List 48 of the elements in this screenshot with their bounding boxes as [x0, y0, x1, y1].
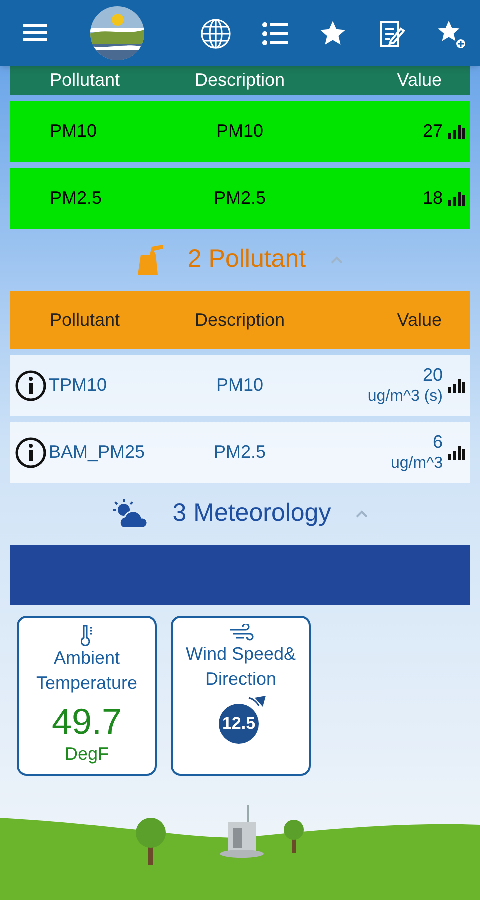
column-header: Description: [194, 70, 286, 90]
value-text: 18: [422, 187, 443, 210]
factory-icon: [136, 245, 164, 275]
table-row[interactable]: PM10 PM10 27: [10, 101, 470, 162]
column-header: Value: [397, 70, 442, 90]
info-icon[interactable]: [15, 436, 47, 468]
wind-card[interactable]: Wind Speed& Direction 12.5: [171, 616, 311, 776]
star-icon[interactable]: [319, 20, 347, 47]
pollutant-name: PM2.5: [50, 187, 102, 210]
thermometer-icon: [81, 624, 93, 646]
sun-cloud-icon: [110, 499, 149, 529]
column-header: Value: [397, 310, 442, 330]
description-text: PM10: [216, 375, 264, 395]
section-title[interactable]: 3 Meteorology: [172, 495, 332, 533]
unit-text: ug/m^3 (s): [368, 386, 443, 407]
bar-chart-icon[interactable]: [448, 446, 466, 460]
pollutant-name: PM10: [50, 120, 98, 143]
value-text: 27: [422, 120, 443, 143]
column-header: Pollutant: [50, 70, 120, 90]
note-edit-icon[interactable]: [379, 19, 405, 49]
pollutant-name: TPM10: [49, 374, 108, 397]
star-add-icon[interactable]: [437, 20, 467, 50]
description-text: PM2.5: [214, 188, 266, 208]
pollutant-name: BAM_PM25: [49, 441, 146, 464]
table-row[interactable]: PM2.5 PM2.5 18: [10, 168, 470, 229]
card-title: Ambient Temperature: [35, 647, 139, 695]
globe-icon[interactable]: [200, 18, 232, 50]
table-row[interactable]: BAM_PM25 PM2.5 6 ug/m^3: [10, 422, 470, 483]
value-text: 49.7: [52, 700, 122, 744]
bar-chart-icon[interactable]: [448, 378, 466, 392]
bar-chart-icon[interactable]: [448, 192, 466, 206]
bar-chart-icon[interactable]: [448, 124, 466, 138]
info-icon[interactable]: [15, 370, 47, 402]
unit-text: DegF: [64, 744, 109, 764]
description-text: PM2.5: [214, 442, 266, 462]
unit-text: ug/m^3: [391, 454, 443, 474]
value-text: 6: [432, 431, 443, 454]
column-header: Pollutant: [50, 310, 120, 330]
table-row[interactable]: TPM10 PM10 20 ug/m^3 (s): [10, 355, 470, 416]
reading-card[interactable]: Ambient Temperature 49.7 DegF: [17, 616, 157, 776]
value-text: 20: [422, 364, 443, 387]
wind-speed-badge: 12.5: [219, 704, 259, 744]
card-title: Wind Speed& Direction: [184, 643, 298, 691]
description-text: PM10: [216, 121, 264, 141]
list-icon[interactable]: [262, 22, 288, 46]
menu-icon[interactable]: [23, 24, 47, 42]
column-header: Description: [194, 310, 286, 330]
wind-icon: [228, 624, 254, 642]
